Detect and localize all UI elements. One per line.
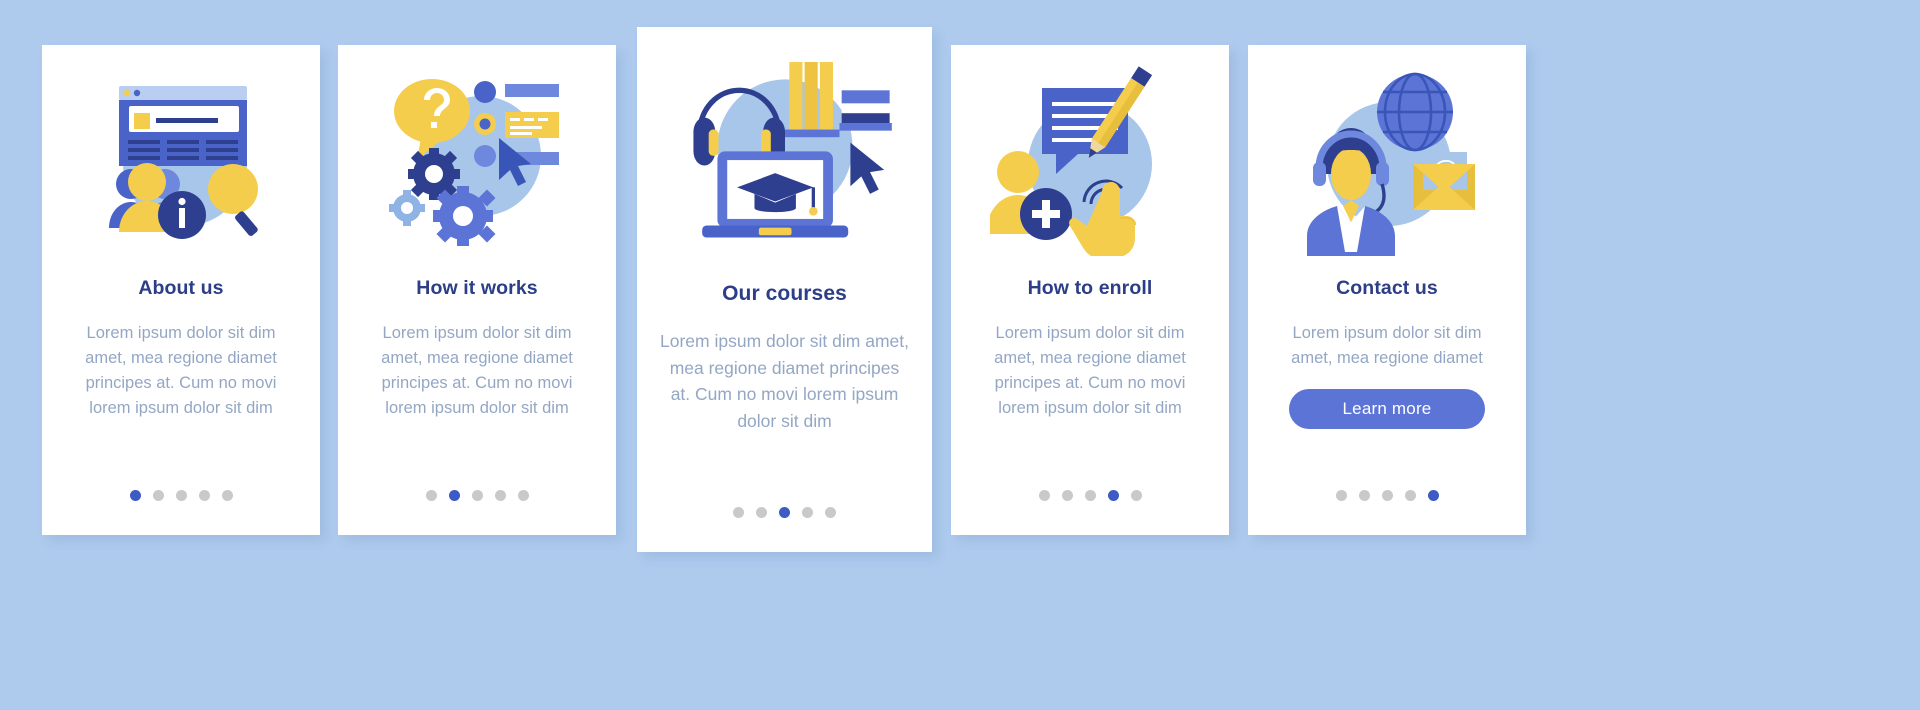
card-title: How it works	[416, 277, 538, 299]
headphones-books-laptop-graduation-cap-icon	[692, 61, 892, 238]
pagination-dot-1[interactable]	[425, 490, 437, 501]
pagination-dots[interactable]	[42, 490, 320, 501]
card-title: About us	[138, 277, 224, 299]
pagination-dots[interactable]	[338, 490, 616, 501]
pagination-dot-3[interactable]	[779, 507, 790, 518]
pagination-dot-5[interactable]	[1427, 490, 1439, 501]
card-body-text: Lorem ipsum dolor sit dim amet, mea regi…	[660, 331, 909, 431]
illustration-contact-us: @	[1248, 45, 1526, 267]
pagination-dot-3[interactable]	[1084, 490, 1096, 501]
pagination-dot-4[interactable]	[1404, 490, 1416, 501]
pagination-dot-2[interactable]	[756, 507, 767, 518]
pagination-dot-4[interactable]	[802, 507, 813, 518]
card-body-text: Lorem ipsum dolor sit dim amet, mea regi…	[381, 323, 573, 417]
card-title: Contact us	[1336, 277, 1438, 299]
pagination-dot-2[interactable]	[152, 490, 164, 501]
pagination-dot-5[interactable]	[221, 490, 233, 501]
pagination-dot-1[interactable]	[733, 507, 744, 518]
pagination-dot-4[interactable]	[198, 490, 210, 501]
pagination-dot-5[interactable]	[1130, 490, 1142, 501]
card-body-text: Lorem ipsum dolor sit dim amet, mea regi…	[994, 323, 1186, 417]
pagination-dot-1[interactable]	[129, 490, 141, 501]
pagination-dot-2[interactable]	[448, 490, 460, 501]
onboarding-card-how-to-enroll[interactable]: How to enroll Lorem ipsum dolor sit dim …	[951, 45, 1229, 535]
pagination-dot-2[interactable]	[1061, 490, 1073, 501]
card-title: How to enroll	[1027, 277, 1153, 299]
onboarding-card-contact-us[interactable]: @ Contact us Lorem ipsum dolor sit dim a…	[1248, 45, 1526, 535]
pagination-dot-4[interactable]	[1107, 490, 1119, 501]
onboarding-card-about-us[interactable]: About us Lorem ipsum dolor sit dim amet,…	[42, 45, 320, 535]
pagination-dot-3[interactable]	[1381, 490, 1393, 501]
illustration-how-to-enroll	[951, 45, 1229, 267]
card-title: Our courses	[722, 282, 847, 305]
onboarding-card-how-it-works[interactable]: How it works Lorem ipsum dolor sit dim a…	[338, 45, 616, 535]
card-body-text: Lorem ipsum dolor sit dim amet, mea regi…	[1291, 323, 1483, 367]
question-bubble-gears-cursor-icon	[389, 79, 559, 246]
onboarding-screens-board: About us Lorem ipsum dolor sit dim amet,…	[0, 0, 1920, 710]
onboarding-card-our-courses[interactable]: Our courses Lorem ipsum dolor sit dim am…	[637, 27, 932, 552]
pagination-dot-3[interactable]	[175, 490, 187, 501]
pagination-dot-3[interactable]	[471, 490, 483, 501]
learn-more-button[interactable]: Learn more	[1289, 388, 1485, 429]
pagination-dots[interactable]	[637, 507, 932, 518]
browser-users-info-magnifier-icon	[109, 86, 258, 239]
pagination-dot-1[interactable]	[1335, 490, 1347, 501]
add-user-form-pencil-tap-hand-icon	[990, 66, 1153, 256]
pagination-dot-5[interactable]	[825, 507, 836, 518]
pagination-dot-5[interactable]	[517, 490, 529, 501]
pagination-dots[interactable]	[951, 490, 1229, 501]
pagination-dots[interactable]	[1248, 490, 1526, 501]
pagination-dot-4[interactable]	[494, 490, 506, 501]
pagination-dot-1[interactable]	[1038, 490, 1050, 501]
illustration-about-us	[42, 45, 320, 267]
card-body-text: Lorem ipsum dolor sit dim amet, mea regi…	[85, 323, 277, 417]
pagination-dot-2[interactable]	[1358, 490, 1370, 501]
illustration-our-courses	[637, 27, 932, 267]
illustration-how-it-works	[338, 45, 616, 267]
globe-headset-operator-email-icon: @	[1307, 72, 1475, 256]
